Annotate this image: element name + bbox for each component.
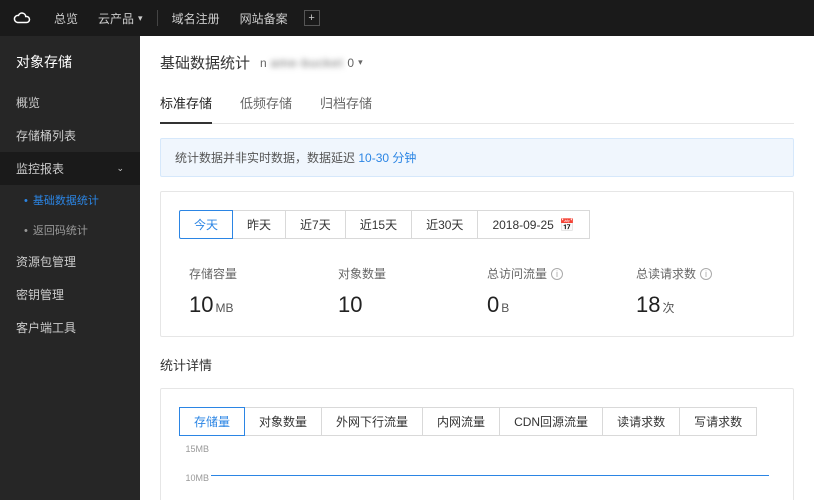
stat-label: 总读请求数 i — [636, 265, 765, 282]
range-15d[interactable]: 近15天 — [345, 210, 412, 239]
chart-series-line — [211, 475, 769, 476]
chevron-down-icon: ⌄ — [116, 163, 124, 174]
sidebar: 对象存储 概览 存储桶列表 监控报表⌄ 基础数据统计 返回码统计 资源包管理 密… — [0, 36, 140, 500]
stat-1: 对象数量 10 — [328, 265, 477, 318]
add-button[interactable]: + — [304, 10, 320, 26]
chart-tab-1[interactable]: 对象数量 — [244, 407, 322, 436]
range-date-picker[interactable]: 2018-09-25📅 — [477, 210, 589, 239]
range-30d[interactable]: 近30天 — [411, 210, 478, 239]
sidebar-item-client[interactable]: 客户端工具 — [0, 311, 140, 344]
tab-archive[interactable]: 归档存储 — [320, 87, 372, 123]
page-title: 基础数据统计 — [160, 52, 250, 73]
sidebar-item-keys[interactable]: 密钥管理 — [0, 278, 140, 311]
chart-metric-tabs: 存储量对象数量外网下行流量内网流量CDN回源流量读请求数写请求数 — [179, 407, 775, 436]
sidebar-sub-return-codes[interactable]: 返回码统计 — [0, 215, 140, 245]
range-today[interactable]: 今天 — [179, 210, 233, 239]
nav-icp[interactable]: 网站备案 — [230, 10, 298, 27]
stat-label: 存储容量 — [189, 265, 318, 282]
stat-value: 10 — [338, 292, 467, 318]
chart: 15MB10MB5MB0MB 09月23日00:3001:0001:3002:0… — [211, 444, 769, 500]
chart-plot — [211, 444, 769, 500]
sidebar-item-overview[interactable]: 概览 — [0, 86, 140, 119]
chevron-down-icon: ▾ — [358, 57, 363, 68]
divider — [157, 10, 158, 26]
stat-3: 总读请求数 i 18次 — [626, 265, 775, 318]
stat-value: 10MB — [189, 292, 318, 318]
stat-value: 0B — [487, 292, 616, 318]
sidebar-item-monitor[interactable]: 监控报表⌄ — [0, 152, 140, 185]
chart-panel: 存储量对象数量外网下行流量内网流量CDN回源流量读请求数写请求数 15MB10M… — [160, 388, 794, 500]
sidebar-item-buckets[interactable]: 存储桶列表 — [0, 119, 140, 152]
top-bar: 总览 云产品▾ 域名注册 网站备案 + — [0, 0, 814, 36]
nav-domain[interactable]: 域名注册 — [162, 10, 230, 27]
chart-tab-6[interactable]: 写请求数 — [679, 407, 757, 436]
main-content: 基础数据统计 name-bucket0 ▾ 标准存储 低频存储 归档存储 统计数… — [140, 36, 814, 500]
range-yesterday[interactable]: 昨天 — [232, 210, 286, 239]
summary-panel: 今天 昨天 近7天 近15天 近30天 2018-09-25📅 存储容量 10MB… — [160, 191, 794, 337]
detail-title: 统计详情 — [160, 355, 794, 374]
chart-tab-0[interactable]: 存储量 — [179, 407, 245, 436]
sidebar-item-packages[interactable]: 资源包管理 — [0, 245, 140, 278]
stat-value: 18次 — [636, 292, 765, 318]
chart-y-axis: 15MB10MB5MB0MB — [179, 444, 209, 500]
bucket-selector[interactable]: name-bucket0 ▾ — [260, 56, 363, 70]
chart-tab-5[interactable]: 读请求数 — [602, 407, 680, 436]
stats-row: 存储容量 10MB 对象数量 10 总访问流量 i 0B 总读请求数 i 18次 — [179, 265, 775, 318]
calendar-icon: 📅 — [560, 218, 575, 232]
nav-overview[interactable]: 总览 — [44, 10, 88, 27]
delay-notice: 统计数据并非实时数据，数据延迟 10-30 分钟 — [160, 138, 794, 177]
time-range-group: 今天 昨天 近7天 近15天 近30天 2018-09-25📅 — [179, 210, 775, 239]
info-icon: i — [551, 268, 563, 280]
chart-tab-2[interactable]: 外网下行流量 — [321, 407, 423, 436]
tab-standard[interactable]: 标准存储 — [160, 87, 212, 124]
stat-label: 对象数量 — [338, 265, 467, 282]
stat-label: 总访问流量 i — [487, 265, 616, 282]
chart-tab-3[interactable]: 内网流量 — [422, 407, 500, 436]
nav-products[interactable]: 云产品▾ — [88, 10, 153, 27]
chart-tab-4[interactable]: CDN回源流量 — [499, 407, 603, 436]
tab-infrequent[interactable]: 低频存储 — [240, 87, 292, 123]
storage-tabs: 标准存储 低频存储 归档存储 — [160, 87, 794, 124]
cloud-logo-icon — [12, 8, 32, 28]
sidebar-title: 对象存储 — [0, 48, 140, 86]
stat-2: 总访问流量 i 0B — [477, 265, 626, 318]
info-icon: i — [700, 268, 712, 280]
sidebar-sub-basic-stats[interactable]: 基础数据统计 — [0, 185, 140, 215]
chevron-down-icon: ▾ — [138, 13, 143, 24]
range-7d[interactable]: 近7天 — [285, 210, 346, 239]
stat-0: 存储容量 10MB — [179, 265, 328, 318]
